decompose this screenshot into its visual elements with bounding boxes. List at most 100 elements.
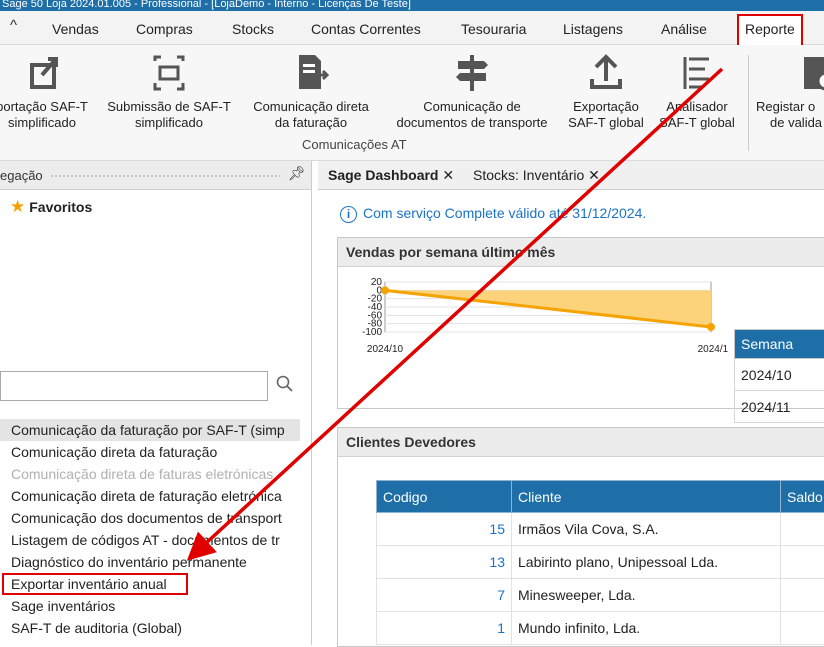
submit-saft-simplified-button[interactable]: Submissão de SAF-T simplificado <box>103 51 235 131</box>
close-icon[interactable]: ✕ <box>442 167 454 183</box>
search-input[interactable] <box>0 371 268 401</box>
list-item[interactable]: Comunicação direta da faturação <box>0 441 300 463</box>
list-check-icon <box>675 51 719 95</box>
table-cell: 7 <box>377 579 512 612</box>
close-icon[interactable]: ✕ <box>588 167 600 183</box>
debtors-table: Codigo Cliente Saldo 15Irmãos Vila Cova,… <box>376 480 824 645</box>
drag-grip[interactable] <box>50 174 280 178</box>
label: Comunicação de <box>423 99 521 114</box>
column-header[interactable]: Codigo <box>377 481 512 513</box>
menu-bar: ^ Vendas Compras Stocks Contas Correntes… <box>0 11 824 45</box>
star-icon: ★ <box>10 197 25 216</box>
sales-panel-title: Vendas por semana último mês <box>338 238 824 267</box>
chevron-up-icon[interactable]: ^ <box>10 17 17 34</box>
report-list: Comunicação da faturação por SAF-T (simp… <box>0 419 300 639</box>
external-link-icon <box>20 51 64 95</box>
data-point <box>707 323 715 331</box>
ribbon-separator <box>748 55 749 151</box>
menu-analise[interactable]: Análise <box>661 21 707 37</box>
list-item[interactable]: Comunicação dos documentos de transport <box>0 507 300 529</box>
navigation-title: egação <box>0 168 43 183</box>
label: simplificado <box>8 115 76 130</box>
x-tick-label: 2024/10 <box>367 344 404 355</box>
register-validation-button[interactable]: Registar o de valida <box>756 51 824 131</box>
label: portação SAF-T <box>0 99 88 114</box>
menu-stocks[interactable]: Stocks <box>232 21 274 37</box>
direct-invoicing-button[interactable]: Comunicação direta da faturação <box>244 51 378 131</box>
export-saft-global-button[interactable]: Exportação SAF-T global <box>562 51 650 131</box>
info-icon: i <box>340 206 357 223</box>
label: de valida <box>756 115 822 130</box>
menu-contas-correntes[interactable]: Contas Correntes <box>311 21 421 37</box>
sales-chart: 200-20-40-60-80-1002024/102024/11 <box>338 268 728 408</box>
label: documentos de transporte <box>396 115 547 130</box>
table-cell <box>781 513 824 546</box>
table-row[interactable]: 7Minesweeper, Lda. <box>377 579 824 612</box>
column-header[interactable]: Cliente <box>512 481 781 513</box>
table-row[interactable]: 13Labirinto plano, Unipessoal Lda. <box>377 546 824 579</box>
x-tick-label: 2024/11 <box>698 344 728 355</box>
label: SAF-T global <box>568 115 644 130</box>
capture-frame-icon <box>147 51 191 95</box>
document-edit-icon <box>796 51 824 95</box>
tab-sage-dashboard[interactable]: Sage Dashboard ✕ <box>328 167 454 184</box>
table-cell <box>781 546 824 579</box>
info-text: Com serviço Complete válido até 31/12/20… <box>363 205 646 221</box>
label: Registar o <box>756 99 815 114</box>
column-header[interactable]: Saldo <box>781 481 824 513</box>
table-cell[interactable]: 2024/11 <box>735 391 824 423</box>
document-tabs: Sage Dashboard ✕ Stocks: Inventário ✕ <box>318 161 824 190</box>
pin-icon[interactable]: 📌︎ <box>288 165 306 182</box>
transport-docs-button[interactable]: Comunicação de documentos de transporte <box>382 51 562 131</box>
list-item-export-inventory[interactable]: Exportar inventário anual <box>2 573 188 595</box>
table-cell: 1 <box>377 612 512 645</box>
list-item: Comunicação direta de faturas eletrónica… <box>0 463 300 485</box>
menu-listagens[interactable]: Listagens <box>563 21 623 37</box>
list-item[interactable]: Sage inventários <box>0 595 300 617</box>
ribbon-group-label: Comunicações AT <box>302 137 407 152</box>
list-item[interactable]: Comunicação direta de faturação eletróni… <box>0 485 300 507</box>
column-header: Semana <box>735 330 824 359</box>
window-title: Sage 50 Loja 2024.01.005 - Professional … <box>0 0 824 11</box>
service-info: i Com serviço Complete válido até 31/12/2… <box>340 205 646 223</box>
list-item[interactable]: Listagem de códigos AT - documentos de t… <box>0 529 300 551</box>
y-tick-label: -100 <box>362 327 382 338</box>
menu-tesouraria[interactable]: Tesouraria <box>461 21 526 37</box>
upload-icon <box>584 51 628 95</box>
list-item[interactable]: Comunicação da faturação por SAF-T (simp <box>0 419 300 441</box>
label: Analisador <box>666 99 727 114</box>
debtors-panel-title: Clientes Devedores <box>338 428 824 457</box>
navigation-panel: egação 📌︎ ★Favoritos Comunicação da fatu… <box>0 161 312 645</box>
week-table: Semana 2024/10 2024/11 <box>734 329 824 423</box>
table-cell[interactable]: 2024/10 <box>735 359 824 391</box>
signpost-icon <box>450 51 494 95</box>
debtors-panel: Clientes Devedores Codigo Cliente Saldo … <box>337 427 824 647</box>
menu-vendas[interactable]: Vendas <box>52 21 99 37</box>
label: Exportação <box>573 99 639 114</box>
export-saft-simplified-button[interactable]: portação SAF-T simplificado <box>0 51 98 131</box>
table-row[interactable]: 15Irmãos Vila Cova, S.A. <box>377 513 824 546</box>
table-cell: Labirinto plano, Unipessoal Lda. <box>512 546 781 579</box>
table-cell: Mundo infinito, Lda. <box>512 612 781 645</box>
saft-analyzer-button[interactable]: Analisador SAF-T global <box>652 51 742 131</box>
label: simplificado <box>135 115 203 130</box>
navigation-header: egação 📌︎ <box>0 161 311 190</box>
table-cell: Minesweeper, Lda. <box>512 579 781 612</box>
table-cell: 13 <box>377 546 512 579</box>
tab-stocks-inventario[interactable]: Stocks: Inventário ✕ <box>473 167 600 184</box>
label: SAF-T global <box>659 115 735 130</box>
list-item[interactable]: SAF-T de auditoria (Global) <box>0 617 300 639</box>
list-item[interactable]: Diagnóstico do inventário permanente <box>0 551 300 573</box>
document-arrow-icon <box>289 51 333 95</box>
menu-reporte[interactable]: Reporte <box>738 15 802 46</box>
favorites-node[interactable]: ★Favoritos <box>10 197 92 217</box>
table-cell: Irmãos Vila Cova, S.A. <box>512 513 781 546</box>
tab-label: Sage Dashboard <box>328 167 438 183</box>
search-icon[interactable] <box>276 375 294 393</box>
menu-compras[interactable]: Compras <box>136 21 193 37</box>
table-cell <box>781 579 824 612</box>
dashboard-content: i Com serviço Complete válido até 31/12/2… <box>318 190 824 645</box>
table-row[interactable]: 1Mundo infinito, Lda. <box>377 612 824 645</box>
table-cell <box>781 612 824 645</box>
favorites-label: Favoritos <box>29 199 92 215</box>
